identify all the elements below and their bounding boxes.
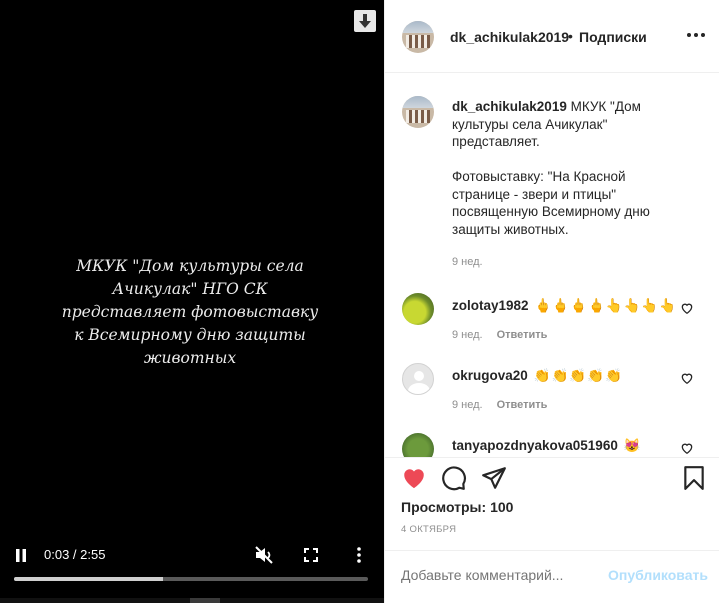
heart-outline-icon[interactable] <box>680 441 694 455</box>
heart-filled-icon[interactable] <box>401 465 427 491</box>
time-separator: / <box>69 547 81 562</box>
avatar[interactable] <box>402 293 434 325</box>
comment-username[interactable]: zolotay1982 <box>452 298 529 313</box>
comment-body: 😻 <box>623 438 642 453</box>
video-controls: 0:03 / 2:55 <box>0 540 384 570</box>
avatar[interactable] <box>402 433 434 457</box>
description-username[interactable]: dk_achikulak2019 <box>452 99 567 114</box>
video-progress-bar[interactable] <box>14 577 368 581</box>
more-vertical-icon[interactable] <box>353 545 365 565</box>
post-header: dk_achikulak2019 • Подписки <box>385 0 719 73</box>
description-text: dk_achikulak2019 МКУК "Дом культуры села… <box>452 98 672 238</box>
list-item: tanyapozdnyakova051960 😻 <box>402 433 712 457</box>
pause-icon[interactable] <box>14 548 28 562</box>
video-player[interactable]: МКУК "Дом культуры села Ачикулак" НГО СК… <box>0 0 384 603</box>
reply-button[interactable]: Ответить <box>497 399 548 411</box>
description-body: МКУК "Дом культуры села Ачикулак" предст… <box>452 99 650 237</box>
comment-body: 👏👏👏👏👏 <box>533 368 623 383</box>
time-current: 0:03 <box>44 547 70 562</box>
bookmark-icon[interactable] <box>681 465 707 491</box>
comment-meta: 9 нед. Ответить <box>452 329 547 341</box>
comment-age: 9 нед. <box>452 399 483 411</box>
separator-dot: • <box>568 28 573 44</box>
video-caption: МКУК "Дом культуры села Ачикулак" НГО СК… <box>61 257 319 367</box>
comments-list[interactable]: dk_achikulak2019 МКУК "Дом культуры села… <box>385 74 719 457</box>
strip-segment <box>190 598 220 603</box>
fullscreen-icon[interactable] <box>302 546 320 564</box>
comment-text: okrugova20 👏👏👏👏👏 <box>452 368 623 384</box>
comment-icon[interactable] <box>441 465 467 491</box>
comment-text: zolotay1982 🖕🖕🖕🖕👆👆👆👆 <box>452 298 677 314</box>
comment-body: 🖕🖕🖕🖕👆👆👆👆 <box>534 298 678 313</box>
post-date: 4 ОКТЯБРЯ <box>401 524 457 535</box>
video-progress-fill <box>14 577 163 581</box>
view-count: Просмотры: 100 <box>401 499 513 515</box>
video-bottom-strip <box>0 598 384 603</box>
post-panel: dk_achikulak2019 • Подписки dk_achikulak… <box>384 0 719 603</box>
comment-input[interactable] <box>401 567 601 583</box>
reply-button[interactable]: Ответить <box>497 329 548 341</box>
avatar[interactable] <box>402 96 434 128</box>
heart-outline-icon[interactable] <box>680 301 694 315</box>
comment-age: 9 нед. <box>452 329 483 341</box>
avatar[interactable] <box>402 21 434 53</box>
share-icon[interactable] <box>481 465 507 491</box>
muted-icon[interactable] <box>254 545 274 565</box>
add-comment-bar: Опубликовать <box>385 550 719 603</box>
heart-outline-icon[interactable] <box>680 371 694 385</box>
comment-username[interactable]: tanyapozdnyakova051960 <box>452 438 618 453</box>
comment-text: tanyapozdnyakova051960 😻 <box>452 438 642 454</box>
more-options-icon[interactable] <box>687 29 707 41</box>
header-username[interactable]: dk_achikulak2019 <box>450 29 569 45</box>
time-total: 2:55 <box>80 547 106 562</box>
download-icon[interactable] <box>354 10 376 32</box>
avatar[interactable] <box>402 363 434 395</box>
video-time: 0:03 / 2:55 <box>44 547 105 562</box>
views-number: 100 <box>490 499 514 515</box>
views-label: Просмотры: <box>401 499 487 515</box>
description-age: 9 нед. <box>452 256 483 268</box>
post-actions: Просмотры: 100 4 ОКТЯБРЯ <box>385 457 719 550</box>
comment-meta: 9 нед. Ответить <box>452 399 547 411</box>
list-item: okrugova20 👏👏👏👏👏 9 нед. Ответить <box>402 363 712 423</box>
comment-username[interactable]: okrugova20 <box>452 368 528 383</box>
following-button[interactable]: Подписки <box>579 29 647 45</box>
list-item: zolotay1982 🖕🖕🖕🖕👆👆👆👆 9 нед. Ответить <box>402 293 712 353</box>
publish-button[interactable]: Опубликовать <box>608 567 708 583</box>
